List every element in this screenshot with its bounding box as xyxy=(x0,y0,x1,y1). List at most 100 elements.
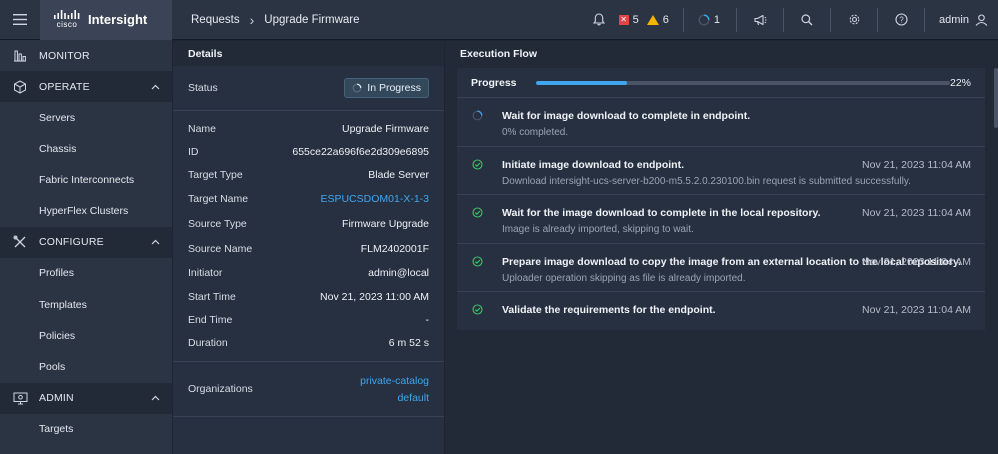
tools-icon xyxy=(12,234,28,250)
brand-product: Intersight xyxy=(88,12,148,27)
active-requests-button[interactable]: 1 xyxy=(698,14,720,26)
detail-value: 655ce22a696f6e2d309e6895 xyxy=(292,145,429,158)
check-circle-icon xyxy=(472,304,483,315)
user-menu[interactable]: admin xyxy=(925,14,998,26)
chevron-right-icon: › xyxy=(249,11,255,28)
user-name: admin xyxy=(939,13,969,26)
step-time: Nov 21, 2023 11:04 AM xyxy=(862,158,971,171)
help-icon: ? xyxy=(894,13,908,26)
spinner-icon xyxy=(472,110,483,121)
hamburger-menu-button[interactable] xyxy=(0,0,40,40)
breadcrumb-requests[interactable]: Requests xyxy=(191,14,240,26)
detail-label: Start Time xyxy=(188,290,236,303)
svg-text:?: ? xyxy=(899,15,904,24)
breadcrumb: Requests › Upgrade Firmware xyxy=(191,12,360,28)
user-icon xyxy=(975,13,988,26)
sidebar-item-hyperflex-clusters[interactable]: HyperFlex Clusters xyxy=(0,196,172,227)
detail-row-initiator: Initiator admin@local xyxy=(173,260,444,285)
status-value: In Progress xyxy=(367,82,421,94)
progress-label: Progress xyxy=(471,76,517,89)
sidebar-section-admin[interactable]: ADMIN xyxy=(0,382,172,414)
progress-percent: 22% xyxy=(949,76,971,89)
target-name-link[interactable]: ESPUCSDOM01-X-1-3 xyxy=(320,193,429,205)
execution-flow-card: Progress 22% Wait for image download to … xyxy=(457,68,985,330)
step-title: Initiate image download to endpoint. xyxy=(502,158,684,171)
detail-label: Name xyxy=(188,122,217,135)
warning-alarm-count: 6 xyxy=(662,13,669,26)
flow-step: Wait for image download to complete in e… xyxy=(457,98,985,147)
step-description: Download intersight-ucs-server-b200-m5.5… xyxy=(502,175,911,187)
warning-alarm-icon xyxy=(646,14,659,25)
detail-label: ID xyxy=(188,145,199,158)
step-description: Uploader operation skipping as file is a… xyxy=(502,272,746,284)
divider xyxy=(173,416,444,418)
cisco-logo: cisco xyxy=(54,10,80,29)
breadcrumb-current: Upgrade Firmware xyxy=(264,13,360,26)
organization-link[interactable]: default xyxy=(397,392,429,404)
critical-alarms-button[interactable]: ✕ 5 xyxy=(618,13,639,26)
sidebar-section-configure[interactable]: CONFIGURE xyxy=(0,226,172,258)
detail-value: FLM2402001F xyxy=(360,242,429,255)
spinner-icon xyxy=(352,83,362,93)
sidebar-section-label: CONFIGURE xyxy=(39,236,104,249)
detail-row-source-type: Source Type Firmware Upgrade xyxy=(173,212,444,237)
top-header: cisco Intersight Requests › Upgrade Firm… xyxy=(0,0,998,40)
detail-label: Source Type xyxy=(188,218,247,231)
detail-row-end-time: End Time - xyxy=(173,308,444,331)
hamburger-menu-icon xyxy=(13,14,27,25)
sidebar-section-label: MONITOR xyxy=(39,49,90,62)
megaphone-icon xyxy=(753,14,766,25)
chevron-up-icon xyxy=(151,84,160,89)
detail-row-status: Status In Progress xyxy=(173,66,444,110)
detail-value: 6 m 52 s xyxy=(388,337,429,350)
check-circle-icon xyxy=(472,207,483,218)
sidebar-section-label: OPERATE xyxy=(39,80,90,93)
settings-button[interactable] xyxy=(831,0,877,40)
flow-step: Initiate image download to endpoint. Dow… xyxy=(457,147,985,195)
active-requests-count: 1 xyxy=(713,13,721,26)
help-button[interactable]: ? xyxy=(878,0,924,40)
step-description: Image is already imported, skipping to w… xyxy=(502,224,694,235)
sidebar-item-policies[interactable]: Policies xyxy=(0,320,172,351)
warning-alarms-button[interactable]: 6 xyxy=(646,13,669,26)
detail-value: admin@local xyxy=(368,266,429,279)
step-title: Wait for the image download to complete … xyxy=(502,207,821,219)
bar-chart-icon xyxy=(12,48,28,64)
flow-step: Validate the requirements for the endpoi… xyxy=(457,292,985,329)
spinner-icon xyxy=(698,13,710,26)
details-panel: Details Status In Progress Name Upgrade … xyxy=(173,41,444,454)
chevron-up-icon xyxy=(151,239,160,245)
sidebar-item-pools[interactable]: Pools xyxy=(0,351,172,382)
scrollbar[interactable] xyxy=(994,68,998,128)
sidebar-section-operate[interactable]: OPERATE xyxy=(0,71,172,102)
organization-link[interactable]: private-catalog xyxy=(360,375,429,387)
critical-alarm-count: 5 xyxy=(632,13,639,26)
status-badge: In Progress xyxy=(344,78,429,98)
brand-logo[interactable]: cisco Intersight xyxy=(40,0,172,40)
gear-icon xyxy=(849,14,859,25)
sidebar-item-targets[interactable]: Targets xyxy=(0,414,172,445)
execution-flow-panel: Execution Flow Progress 22% Wait for ima… xyxy=(445,41,998,454)
detail-label: Organizations xyxy=(188,383,253,396)
sidebar-item-fabric-interconnects[interactable]: Fabric Interconnects xyxy=(0,164,172,195)
sidebar: MONITOR OPERATE Servers Chassis Fabric I… xyxy=(0,40,172,454)
notifications-button[interactable] xyxy=(589,0,609,40)
search-button[interactable] xyxy=(784,0,830,40)
sidebar-item-chassis[interactable]: Chassis xyxy=(0,133,172,164)
detail-value: Upgrade Firmware xyxy=(342,122,429,135)
step-description: 0% completed. xyxy=(502,127,569,138)
step-title: Wait for image download to complete in e… xyxy=(502,110,751,122)
flow-step: Wait for the image download to complete … xyxy=(457,195,985,244)
sidebar-item-servers[interactable]: Servers xyxy=(0,102,172,133)
sidebar-item-profiles[interactable]: Profiles xyxy=(0,258,172,289)
detail-row-start-time: Start Time Nov 21, 2023 11:00 AM xyxy=(173,285,444,308)
brand-company: cisco xyxy=(56,20,78,29)
announcements-button[interactable] xyxy=(737,0,783,40)
execution-flow-title: Execution Flow xyxy=(445,41,998,66)
sidebar-section-monitor[interactable]: MONITOR xyxy=(0,40,172,71)
step-title: Validate the requirements for the endpoi… xyxy=(502,304,716,316)
search-icon xyxy=(801,13,813,25)
sidebar-item-templates[interactable]: Templates xyxy=(0,289,172,320)
detail-value: - xyxy=(425,314,430,327)
header-toolbar: ✕ 5 6 1 ? admin xyxy=(589,0,998,40)
